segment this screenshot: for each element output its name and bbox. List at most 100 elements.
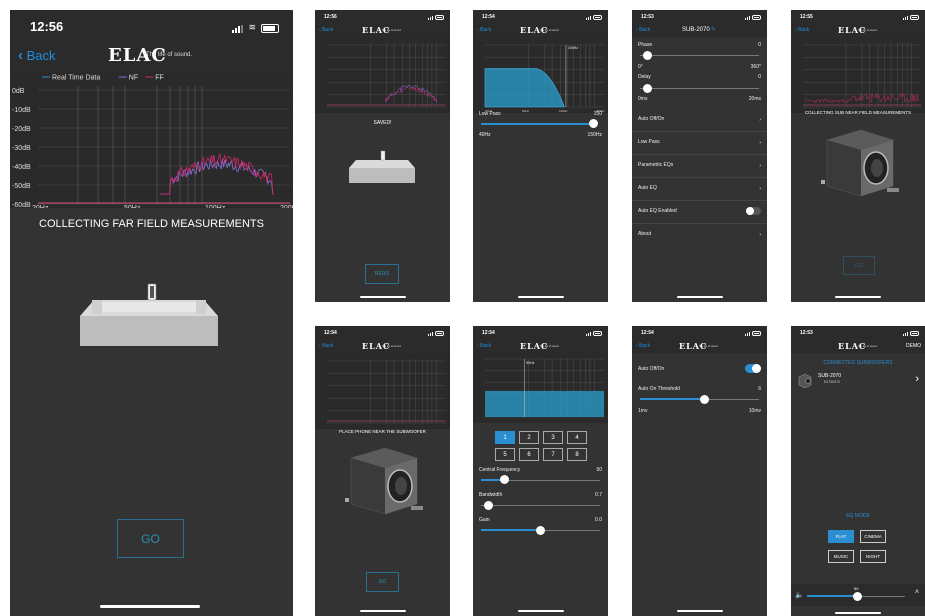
back-button[interactable]: ‹ Back [477, 343, 491, 349]
go-button[interactable]: GO [366, 572, 399, 592]
sub-near-status: COLLECTING SUB NEAR FIELD MEASUREMENTS [804, 110, 912, 115]
phase-min: 0° [638, 64, 643, 70]
tagline: The life of sound. [699, 345, 719, 348]
low-pass-slider-thumb[interactable] [589, 119, 598, 128]
chevron-right-icon: › [759, 185, 761, 192]
y-tick-label: -60dB [12, 202, 31, 208]
low-pass-curve-chart: 150Hz20Hz 50Hz 100Hz 200Hz [473, 37, 608, 113]
delay-slider-thumb[interactable] [643, 84, 652, 93]
mini-response-chart [791, 37, 925, 113]
edit-pencil-icon[interactable]: ✎ [711, 26, 716, 33]
chevron-left-icon: ‹ [18, 47, 23, 64]
central-frequency-slider-thumb[interactable] [500, 475, 509, 484]
settings-row-about[interactable]: About › [632, 223, 767, 246]
gain-value: 0.0 [595, 517, 602, 523]
device-row[interactable]: SUB-2070 E2730070 › [791, 370, 925, 394]
bandwidth-slider-track[interactable] [481, 505, 600, 506]
eq-flat-area [485, 390, 604, 417]
x-tick-label: 100Hz [559, 109, 568, 113]
eq-mode-music[interactable]: MUSIC [828, 550, 854, 563]
back-button[interactable]: ‹ Back [636, 27, 650, 33]
status-icons [903, 15, 919, 20]
go-button[interactable]: GO [843, 256, 875, 275]
home-indicator [835, 296, 881, 298]
nav-bar: ‹ Back ELAC The life of sound. [315, 340, 450, 353]
eq-band-button-7[interactable]: 7 [543, 448, 563, 461]
eq-mode-heading: EQ MODE [846, 513, 870, 519]
status-bar: 12:54 [473, 326, 608, 340]
go-button[interactable]: GO [117, 519, 184, 558]
back-button[interactable]: ‹ Back [636, 343, 650, 349]
eq-band-button-1[interactable]: 1 [495, 431, 515, 444]
y-tick-label: 0dB [12, 88, 25, 95]
eq-mode-cinema[interactable]: CINEMA [860, 530, 886, 543]
volume-slider-thumb[interactable] [853, 592, 862, 601]
clock: 12:53 [800, 330, 813, 336]
bandwidth-slider-thumb[interactable] [484, 501, 493, 510]
chevron-up-icon[interactable]: ˄ [915, 589, 919, 596]
phone-settings: 12:53 ‹ Back SUB-2070 ✎ Phase 0 0° 360° … [632, 10, 767, 302]
settings-row-low-pass[interactable]: Low Pass › [632, 131, 767, 155]
central-frequency-label: Central Frequency [479, 467, 521, 473]
signal-icon [428, 16, 433, 20]
eq-band-button-4[interactable]: 4 [567, 431, 587, 444]
phone-on-speaker-illustration [349, 150, 415, 183]
delay-slider-track[interactable] [640, 88, 759, 89]
tagline: The life of sound. [540, 29, 560, 32]
x-tick-label: 50Hz [522, 109, 530, 113]
eq-band-button-2[interactable]: 2 [519, 431, 539, 444]
phone-far-field: 12:56 ≋ ‹ Back ELAC The life of sound. 0… [10, 10, 293, 616]
eq-band-button-6[interactable]: 6 [519, 448, 539, 461]
x-tick-label: 100Hz [205, 205, 226, 208]
settings-row-auto-eq[interactable]: Auto EQ › [632, 177, 767, 201]
status-icons [745, 331, 761, 336]
back-button[interactable]: ‹ Back [795, 27, 809, 33]
redo-button[interactable]: REDO [365, 264, 399, 284]
delay-label: Delay [638, 74, 651, 80]
x-tick-label: 200Hz [280, 205, 293, 208]
back-button[interactable]: ‹ Back [18, 47, 56, 64]
back-button[interactable]: ‹ Back [319, 27, 333, 33]
status-icons [586, 15, 602, 20]
subwoofer-illustration [821, 129, 899, 197]
home-indicator [518, 610, 564, 612]
battery-icon [593, 331, 602, 336]
status-icons [745, 15, 761, 20]
eq-band-button-5[interactable]: 5 [495, 448, 515, 461]
battery-icon [435, 331, 444, 336]
auto-eq-toggle[interactable] [746, 207, 761, 215]
tagline: The life of sound. [382, 29, 402, 32]
back-button[interactable]: ‹ Back [319, 343, 333, 349]
phase-slider-track[interactable] [640, 55, 759, 56]
battery-icon [910, 15, 919, 20]
settings-row-auto-eq-enabled: Auto EQ Enabled [632, 200, 767, 224]
auto-off-on-toggle[interactable] [745, 364, 761, 373]
eq-band-button-3[interactable]: 3 [543, 431, 563, 444]
settings-row-auto-off-on[interactable]: Auto Off/On › [632, 108, 767, 132]
eq-mode-flat[interactable]: FLAT [828, 530, 854, 543]
status-bar: 12:53 [791, 326, 925, 340]
volume-icon: 🔈 [795, 592, 804, 599]
home-indicator [835, 612, 881, 614]
status-bar: 12:56 [315, 10, 450, 24]
chevron-right-icon: › [915, 373, 919, 385]
phase-slider-thumb[interactable] [643, 51, 652, 60]
gain-slider-thumb[interactable] [536, 526, 545, 535]
eq-band-button-8[interactable]: 8 [567, 448, 587, 461]
signal-icon [903, 332, 908, 336]
y-tick-label: -30dB [12, 145, 31, 152]
eq-mode-night[interactable]: NIGHT [860, 550, 886, 563]
demo-button[interactable]: DEMO [906, 343, 921, 349]
settings-row-parametric-eqs[interactable]: Parametric EQs › [632, 154, 767, 178]
delay-max: 20ms [748, 96, 761, 102]
nav-bar: ELAC The life of sound. DEMO [791, 340, 925, 353]
back-button[interactable]: ‹ Back [477, 27, 491, 33]
bandwidth-value: 0.7 [595, 492, 602, 498]
saved-status: SAVED! [373, 120, 392, 126]
threshold-slider-thumb[interactable] [700, 395, 709, 404]
clock: 12:54 [324, 330, 337, 336]
nav-bar: ‹ Back ELAC The life of sound. [473, 340, 608, 353]
home-indicator [360, 296, 406, 298]
status-bar: 12:54 [632, 326, 767, 340]
signal-icon [428, 332, 433, 336]
